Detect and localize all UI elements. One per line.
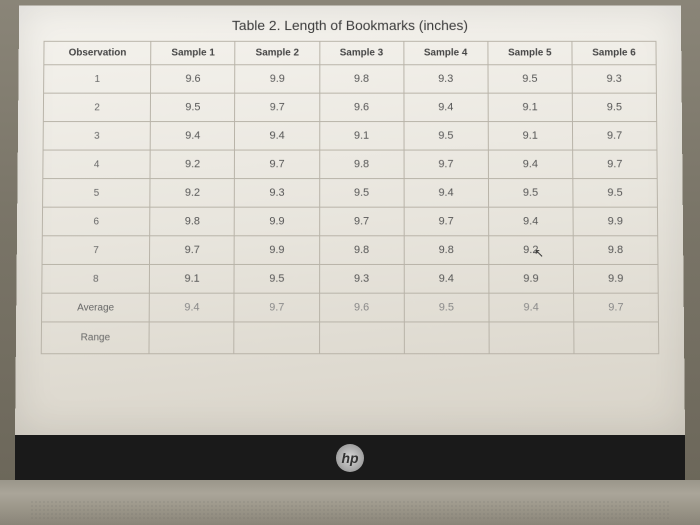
table-cell: 9.6 (319, 293, 404, 322)
table-row: Range (41, 322, 659, 354)
table-cell (574, 322, 659, 354)
table-cell: 9.4 (150, 122, 234, 150)
table-cell: 2 (43, 93, 151, 121)
table-cell: 9.7 (319, 207, 404, 236)
table-cell: Range (41, 322, 149, 354)
table-cell: 9.7 (404, 207, 489, 236)
table-cell: 5 (43, 179, 151, 208)
table-row: 49.29.79.89.79.49.7 (43, 150, 657, 179)
col-sample4: Sample 4 (404, 41, 488, 64)
table-cell: 9.3 (404, 65, 488, 93)
table-cell: 8 (42, 264, 150, 293)
table-cell: 9.4 (488, 150, 573, 179)
table-cell: 9.9 (235, 65, 319, 93)
table-cell: 9.7 (573, 293, 658, 322)
table-cell: 9.7 (234, 293, 319, 322)
laptop-frame: Table 2. Length of Bookmarks (inches) Ob… (0, 0, 700, 525)
table-cell: 9.4 (488, 207, 573, 236)
table-cell: 9.7 (235, 93, 319, 121)
table-row: 69.89.99.79.79.49.9 (42, 207, 657, 236)
table-cell: 9.8 (573, 236, 658, 265)
table-cell: 9.4 (235, 122, 319, 150)
table-row: 29.59.79.69.49.19.5 (43, 93, 656, 121)
table-cell: 9.3 (235, 179, 320, 208)
table-cell (319, 322, 404, 354)
table-cell: 9.5 (488, 179, 573, 208)
table-title: Table 2. Length of Bookmarks (inches) (44, 17, 657, 33)
table-cell: 9.7 (404, 150, 489, 179)
table-cell: 3 (43, 122, 151, 150)
table-cell: 9.9 (235, 207, 320, 236)
table-cell: 9.2 (488, 236, 573, 265)
table-row: Average9.49.79.69.59.49.7 (42, 293, 659, 322)
table-cell: 9.8 (319, 236, 404, 265)
table-cell (149, 322, 234, 354)
keyboard-area (30, 500, 670, 520)
table-cell: 9.7 (150, 236, 235, 265)
table-cell (404, 322, 489, 354)
laptop-bezel: hp (15, 435, 685, 480)
col-sample3: Sample 3 (319, 41, 403, 64)
col-sample1: Sample 1 (151, 41, 235, 64)
table-cell: 9.6 (319, 93, 403, 121)
table-cell: 9.4 (489, 293, 574, 322)
table-cell: 9.5 (488, 65, 572, 93)
table-cell: 9.3 (319, 264, 404, 293)
table-cell: 9.8 (319, 150, 403, 179)
table-cell: 9.5 (404, 122, 488, 150)
table-cell: 9.8 (404, 236, 489, 265)
table-row: 39.49.49.19.59.19.7 (43, 122, 657, 150)
table-cell: 9.5 (572, 93, 657, 121)
table-cell: 9.5 (234, 264, 319, 293)
table-cell: 9.8 (319, 65, 403, 93)
table-row: 19.69.99.89.39.59.3 (44, 65, 657, 93)
table-cell: 9.9 (489, 264, 574, 293)
table-cell: 4 (43, 150, 151, 179)
table-cell: 7 (42, 236, 150, 265)
table-cell: 9.4 (404, 264, 489, 293)
data-table: Observation Sample 1 Sample 2 Sample 3 S… (41, 41, 660, 354)
table-cell: 9.9 (573, 264, 658, 293)
table-cell: 9.5 (151, 93, 235, 121)
col-observation: Observation (44, 41, 151, 64)
table-cell: 9.4 (149, 293, 234, 322)
table-cell: 9.8 (150, 207, 235, 236)
table-cell: 9.1 (488, 122, 573, 150)
table-cell: 9.6 (151, 65, 235, 93)
hp-logo-icon: hp (336, 444, 364, 472)
table-cell (234, 322, 319, 354)
table-row: 79.79.99.89.89.29.8 (42, 236, 658, 265)
col-sample6: Sample 6 (572, 41, 656, 64)
table-cell (489, 322, 574, 354)
table-cell: 6 (42, 207, 150, 236)
table-row: 59.29.39.59.49.59.5 (43, 179, 658, 208)
table-cell: Average (42, 293, 150, 322)
col-sample2: Sample 2 (235, 41, 319, 64)
table-cell: 9.7 (573, 150, 658, 179)
table-cell: 9.1 (150, 264, 235, 293)
table-cell: 9.2 (150, 150, 235, 179)
table-row: 89.19.59.39.49.99.9 (42, 264, 658, 293)
table-cell: 9.7 (572, 122, 657, 150)
table-cell: 9.2 (150, 179, 235, 208)
col-sample5: Sample 5 (488, 41, 572, 64)
table-header-row: Observation Sample 1 Sample 2 Sample 3 S… (44, 41, 656, 64)
table-cell: 9.5 (573, 179, 658, 208)
table-cell: 9.5 (404, 293, 489, 322)
table-cell: 9.5 (319, 179, 404, 208)
table-cell: 9.7 (235, 150, 319, 179)
table-cell: 9.9 (235, 236, 320, 265)
table-cell: 9.4 (404, 93, 488, 121)
table-cell: 9.9 (573, 207, 658, 236)
table-cell: 9.1 (488, 93, 572, 121)
table-cell: 9.3 (572, 65, 656, 93)
table-cell: 9.4 (404, 179, 489, 208)
table-cell: 9.1 (319, 122, 403, 150)
table-cell: 1 (44, 65, 151, 93)
screen-content: Table 2. Length of Bookmarks (inches) Ob… (15, 6, 685, 435)
